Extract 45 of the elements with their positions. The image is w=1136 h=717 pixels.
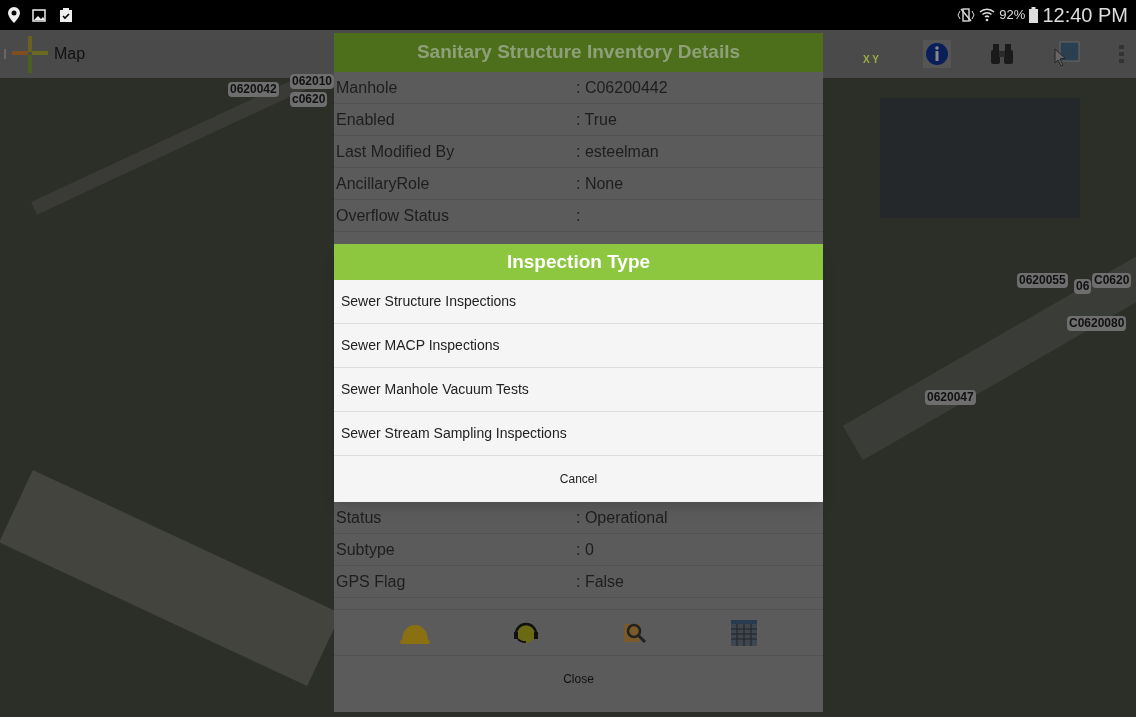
app-title[interactable]: Map [54,42,86,66]
field-label: Overflow Status [336,205,450,226]
map-select-cursor-icon[interactable] [1053,40,1081,68]
field-value: : esteelman [576,141,659,162]
table-grid-icon[interactable] [730,618,759,647]
map-label[interactable]: 062010 [290,74,335,89]
field-label: Subtype [336,539,396,560]
battery-percent: 92% [999,6,1026,25]
vibrate-icon [957,8,976,22]
map-label[interactable]: c0620 [290,92,328,107]
field-label: Status [336,507,383,528]
inspection-type-option[interactable]: Sewer Stream Sampling Inspections [334,412,823,456]
inspection-type-option[interactable]: Sewer Structure Inspections [334,280,823,324]
dialog-title: Inspection Type [334,244,823,280]
map-label[interactable]: C0620 [1092,273,1132,288]
field-value: : [576,205,581,226]
map-label[interactable]: 0620047 [925,390,976,405]
image-icon [32,8,46,22]
binoculars-icon[interactable] [989,42,1015,66]
clipboard-check-icon [58,7,74,23]
clock: 12:40 PM [1042,3,1128,28]
inspection-type-option[interactable]: Sewer MACP Inspections [334,324,823,368]
field-label: Last Modified By [336,141,456,162]
wifi-icon [979,8,996,22]
field-value: : Operational [576,507,668,528]
cancel-button[interactable]: Cancel [334,456,823,502]
field-value: : None [576,173,624,194]
map-label[interactable]: 06 [1074,279,1092,294]
field-label: Enabled [336,109,396,130]
field-label: Manhole [336,77,399,98]
field-value: : C06200442 [576,77,668,98]
map-label[interactable]: 0620042 [228,82,279,97]
battery-icon [1029,7,1039,23]
xy-coordinates-button[interactable]: X Y [857,43,885,65]
location-pin-icon [8,7,20,23]
info-icon[interactable] [923,40,951,68]
field-value: : False [576,571,624,592]
field-value: : 0 [576,539,594,560]
inspection-type-option[interactable]: Sewer Manhole Vacuum Tests [334,368,823,412]
map-label[interactable]: 0620055 [1017,273,1068,288]
dialog-title: Sanitary Structure Inventory Details [334,33,823,72]
map-label[interactable]: C0620080 [1067,316,1127,331]
field-label: AncillaryRole [336,173,431,194]
field-label: GPS Flag [336,571,407,592]
field-value: : True [576,109,617,130]
